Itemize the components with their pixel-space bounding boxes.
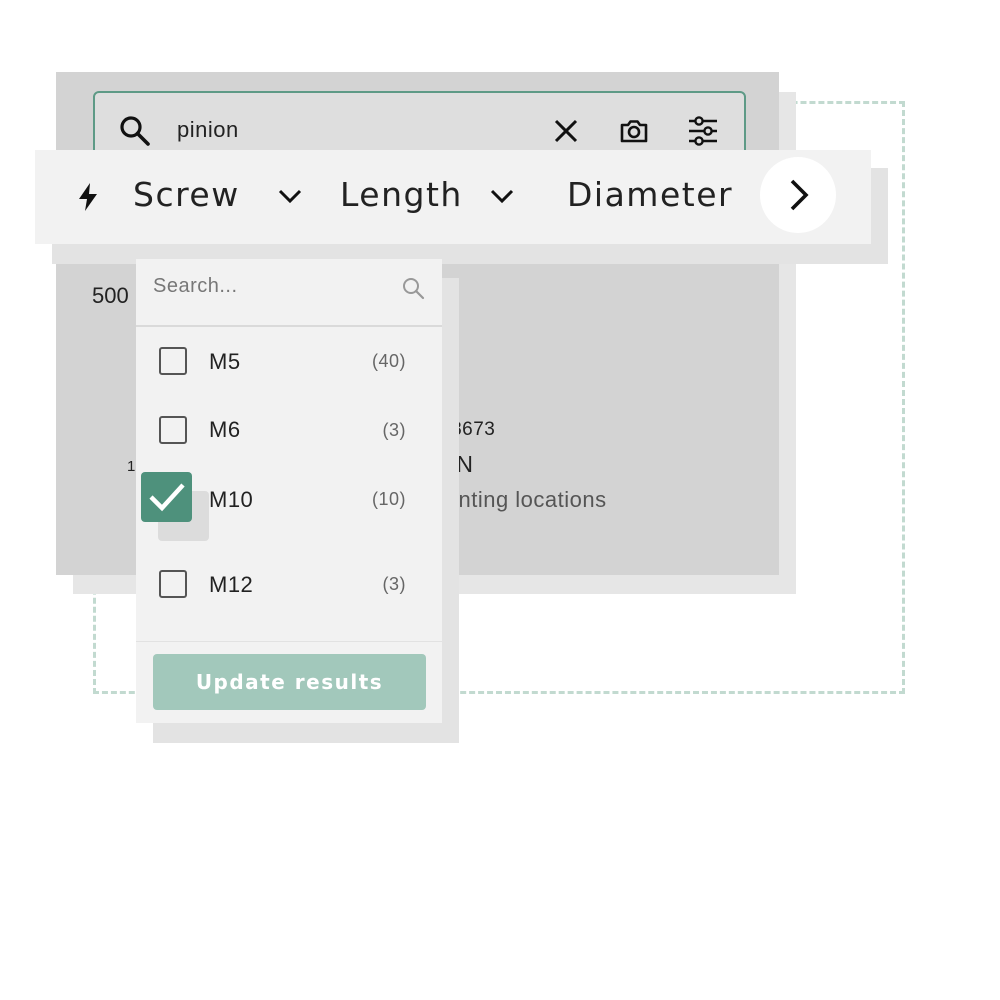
- camera-icon[interactable]: [619, 116, 649, 146]
- chevron-down-icon[interactable]: [488, 182, 516, 210]
- option-count-m6: (3): [382, 420, 406, 440]
- option-label-m5[interactable]: M5: [209, 349, 241, 375]
- option-label-m6[interactable]: M6: [209, 417, 241, 443]
- chip-diameter[interactable]: Diameter: [567, 175, 733, 214]
- option-count-m5: (40): [371, 351, 406, 371]
- dropdown-search-input[interactable]: Search...: [153, 275, 238, 298]
- update-results-button[interactable]: Update results: [153, 654, 426, 710]
- search-icon: [401, 276, 425, 300]
- checkbox-m6[interactable]: [159, 416, 187, 444]
- option-count-m12: (3): [382, 574, 406, 594]
- bolt-icon: [76, 182, 100, 212]
- checkmark-icon: [149, 483, 185, 512]
- checkbox-m5[interactable]: [159, 347, 187, 375]
- dropdown-footer-divider: [136, 641, 442, 642]
- chip-length[interactable]: Length: [340, 175, 463, 214]
- checkbox-m10[interactable]: [141, 472, 192, 522]
- option-label-m10[interactable]: M10: [209, 487, 253, 513]
- dropdown-divider: [136, 325, 442, 327]
- chevron-down-icon[interactable]: [276, 182, 304, 210]
- option-label-m12[interactable]: M12: [209, 572, 253, 598]
- chevron-right-icon: [790, 179, 809, 211]
- scroll-next-button[interactable]: [760, 157, 836, 233]
- close-icon[interactable]: [553, 118, 579, 144]
- search-input[interactable]: pinion: [177, 117, 239, 143]
- result-index: 1: [127, 458, 136, 475]
- checkbox-m12[interactable]: [159, 570, 187, 598]
- result-quantity: 500: [92, 283, 129, 308]
- option-count-m10: (10): [371, 489, 406, 509]
- search-icon[interactable]: [118, 114, 152, 148]
- filters-icon[interactable]: [686, 114, 720, 148]
- chip-screw[interactable]: Screw: [133, 175, 240, 214]
- result-subtitle: ounting locations: [433, 487, 607, 512]
